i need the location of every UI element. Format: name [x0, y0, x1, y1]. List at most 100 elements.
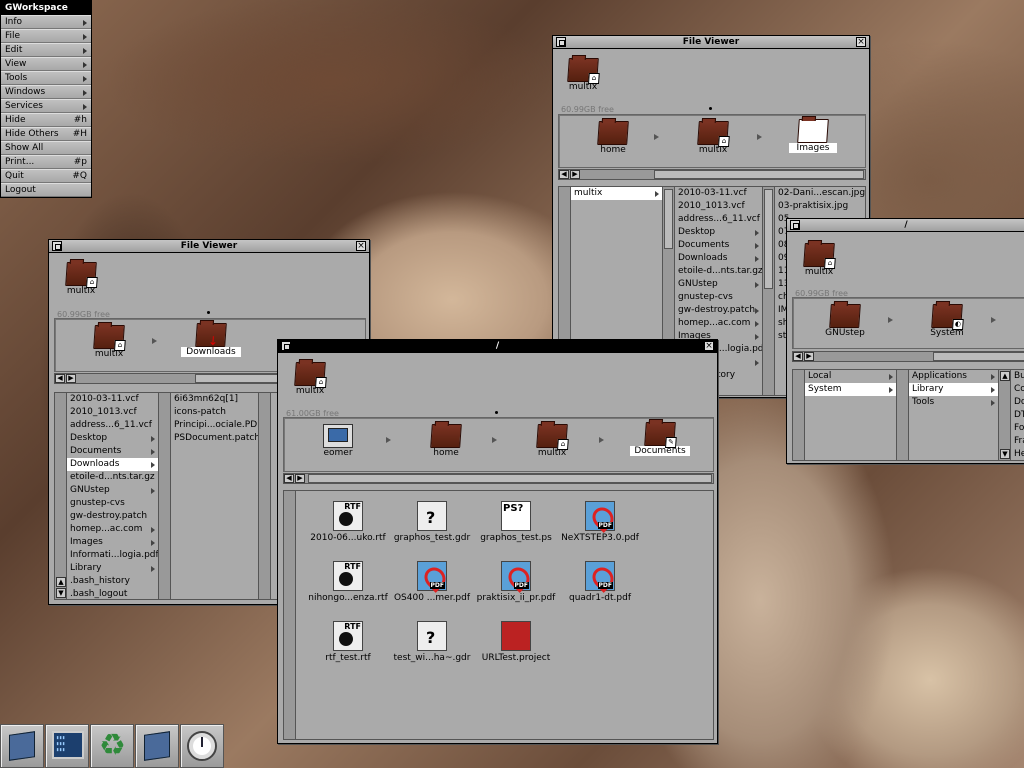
- miniaturize-button[interactable]: [790, 220, 800, 230]
- browser-cell[interactable]: Principi...ociale.PDF: [171, 419, 258, 432]
- menu-item-file[interactable]: File: [1, 29, 91, 43]
- browser-cell[interactable]: gw-destroy.patch: [675, 304, 762, 317]
- menu-item-view[interactable]: View: [1, 57, 91, 71]
- dock-gnustep-app[interactable]: [135, 724, 179, 768]
- column-scroller[interactable]: [793, 370, 805, 460]
- browser-cell[interactable]: He: [1011, 448, 1024, 460]
- path-icon-system[interactable]: ◐ System: [923, 304, 971, 338]
- path-scroller[interactable]: ◀ ▶: [792, 351, 1024, 362]
- file-icon-item[interactable]: URLTest.project: [474, 621, 558, 663]
- browser-cell[interactable]: .bash_logout: [67, 588, 158, 599]
- icon-view-scroller[interactable]: [284, 491, 296, 739]
- path-icon-multix[interactable]: ⌂ multix: [85, 325, 133, 359]
- browser-cell[interactable]: 6i63mn62q[1]: [171, 393, 258, 406]
- miniaturize-button[interactable]: [556, 37, 566, 47]
- browser-cell[interactable]: Desktop: [675, 226, 762, 239]
- file-icon-item[interactable]: PDF praktisix_ii_pr.pdf: [474, 561, 558, 603]
- browser-cell[interactable]: etoile-d...nts.tar.gz: [675, 265, 762, 278]
- title-bar[interactable]: / ×: [278, 340, 717, 353]
- file-icon-item[interactable]: RTF nihongo...enza.rtf: [306, 561, 390, 603]
- browser-cell[interactable]: 03-praktisix.jpg: [775, 200, 865, 213]
- browser-cell[interactable]: Do: [1011, 396, 1024, 409]
- column-scroller[interactable]: [259, 393, 271, 599]
- scroll-right-button[interactable]: ▶: [295, 474, 305, 483]
- column-scroller[interactable]: [763, 187, 775, 395]
- column-scroller[interactable]: ▲ ▼: [55, 393, 67, 599]
- scroll-knob[interactable]: [654, 170, 864, 179]
- menu-item-show-all[interactable]: Show All: [1, 141, 91, 155]
- menu-item-quit[interactable]: Quit #Q: [1, 169, 91, 183]
- browser-cell[interactable]: Library: [67, 562, 158, 575]
- browser-cell[interactable]: multix: [571, 187, 662, 200]
- browser-cell[interactable]: address...6_11.vcf: [67, 419, 158, 432]
- browser-cell[interactable]: Documents: [675, 239, 762, 252]
- close-button[interactable]: ×: [856, 37, 866, 47]
- file-icon-item[interactable]: PDF NeXTSTEP3.0.pdf: [558, 501, 642, 543]
- scroll-right-button[interactable]: ▶: [66, 374, 76, 383]
- browser-cell[interactable]: GNUstep: [67, 484, 158, 497]
- path-icon-eomer[interactable]: eomer: [314, 424, 362, 458]
- browser-cell[interactable]: 2010-03-11.vcf: [67, 393, 158, 406]
- browser-cell[interactable]: DT: [1011, 409, 1024, 422]
- column-scroller[interactable]: ▲ ▼: [999, 370, 1011, 460]
- shelf-icon-multix[interactable]: ⌂ multix: [799, 243, 839, 277]
- menu-item-windows[interactable]: Windows: [1, 85, 91, 99]
- resize-dot[interactable]: [495, 411, 498, 414]
- menu-item-hide-others[interactable]: Hide Others #H: [1, 127, 91, 141]
- resize-dot[interactable]: [207, 311, 210, 314]
- browser-cell[interactable]: PSDocument.patch: [171, 432, 258, 445]
- menu-item-edit[interactable]: Edit: [1, 43, 91, 57]
- title-bar[interactable]: /: [787, 219, 1024, 232]
- menu-item-services[interactable]: Services: [1, 99, 91, 113]
- browser-cell[interactable]: 2010_1013.vcf: [67, 406, 158, 419]
- menu-item-hide[interactable]: Hide #h: [1, 113, 91, 127]
- browser-cell[interactable]: gnustep-cvs: [675, 291, 762, 304]
- file-icon-item[interactable]: PS? graphos_test.ps: [474, 501, 558, 543]
- scroll-right-button[interactable]: ▶: [804, 352, 814, 361]
- browser-cell[interactable]: Informati...logia.pdf: [67, 549, 158, 562]
- close-button[interactable]: ×: [704, 341, 714, 351]
- browser-cell[interactable]: 2010_1013.vcf: [675, 200, 762, 213]
- path-icon-downloads[interactable]: ↓ Downloads: [181, 323, 241, 357]
- scroll-knob[interactable]: [933, 352, 1024, 361]
- dock-gworkspace[interactable]: [0, 724, 44, 768]
- scroll-right-button[interactable]: ▶: [570, 170, 580, 179]
- browser-cell[interactable]: 2010-03-11.vcf: [675, 187, 762, 200]
- browser-cell[interactable]: Images: [67, 536, 158, 549]
- file-icon-item[interactable]: RTF 2010-06...uko.rtf: [306, 501, 390, 543]
- miniaturize-button[interactable]: [281, 341, 291, 351]
- path-icon-gnustep[interactable]: GNUstep: [821, 304, 869, 338]
- browser-cell[interactable]: gw-destroy.patch: [67, 510, 158, 523]
- browser-cell[interactable]: Local: [805, 370, 896, 383]
- scroll-left-button[interactable]: ◀: [55, 374, 65, 383]
- browser-cell[interactable]: Co: [1011, 383, 1024, 396]
- browser-cell[interactable]: address...6_11.vcf: [675, 213, 762, 226]
- scroll-down-button[interactable]: ▼: [56, 588, 66, 598]
- browser-cell[interactable]: 02-Dani...escan.jpg: [775, 187, 865, 200]
- browser-cell[interactable]: etoile-d...nts.tar.gz: [67, 471, 158, 484]
- browser-cell[interactable]: Bu: [1011, 370, 1024, 383]
- browser-cell[interactable]: Desktop: [67, 432, 158, 445]
- scroll-left-button[interactable]: ◀: [284, 474, 294, 483]
- scroll-knob[interactable]: [308, 474, 712, 483]
- column-scroller[interactable]: [897, 370, 909, 460]
- dock-terminal[interactable]: ▮▮▮ ▮▮▮ ▮▮▮: [45, 724, 89, 768]
- menu-item-tools[interactable]: Tools: [1, 71, 91, 85]
- browser-cell[interactable]: Fo: [1011, 422, 1024, 435]
- scroll-left-button[interactable]: ◀: [559, 170, 569, 179]
- browser-cell[interactable]: Tools: [909, 396, 998, 409]
- miniaturize-button[interactable]: [52, 241, 62, 251]
- path-icon-multix[interactable]: ⌂ multix: [528, 424, 576, 458]
- shelf-icon-multix[interactable]: ⌂ multix: [290, 362, 330, 396]
- browser-cell[interactable]: Applications: [909, 370, 998, 383]
- browser-cell[interactable]: System: [805, 383, 896, 396]
- dock-recycler[interactable]: ♻: [90, 724, 134, 768]
- path-icon-multix[interactable]: ⌂ multix: [689, 121, 737, 155]
- column-scroller[interactable]: [159, 393, 171, 599]
- path-icon-home[interactable]: home: [589, 121, 637, 155]
- browser-cell[interactable]: icons-patch: [171, 406, 258, 419]
- browser-cell[interactable]: homep...ac.com: [675, 317, 762, 330]
- file-icon-item[interactable]: test_wi...ha~.gdr: [390, 621, 474, 663]
- menu-item-logout[interactable]: Logout: [1, 183, 91, 197]
- menu-item-info[interactable]: Info: [1, 15, 91, 29]
